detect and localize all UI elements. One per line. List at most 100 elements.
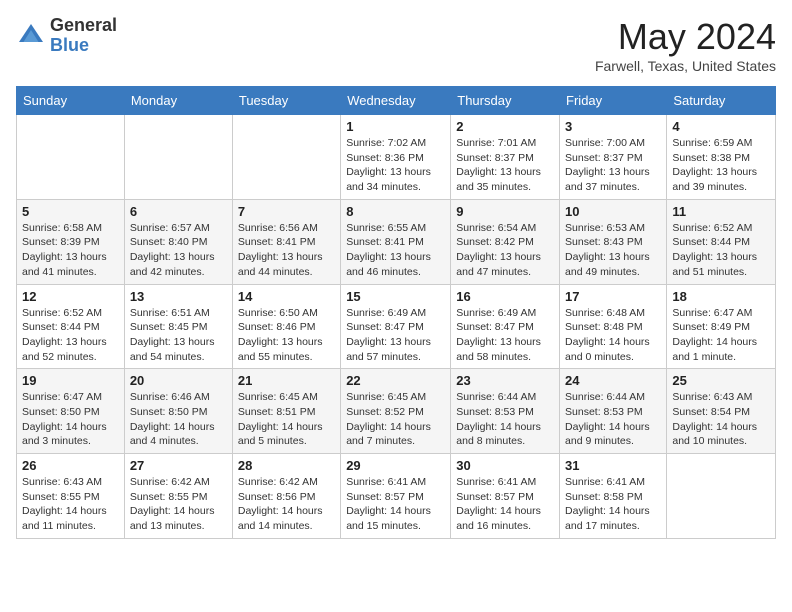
day-info: Sunrise: 7:02 AMSunset: 8:36 PMDaylight:…: [346, 136, 445, 195]
calendar-cell: 16 Sunrise: 6:49 AMSunset: 8:47 PMDayligh…: [451, 284, 560, 369]
calendar-cell: 15 Sunrise: 6:49 AMSunset: 8:47 PMDayligh…: [341, 284, 451, 369]
day-number: 13: [130, 289, 227, 304]
day-info: Sunrise: 6:41 AMSunset: 8:57 PMDaylight:…: [346, 475, 445, 534]
day-number: 28: [238, 458, 335, 473]
day-number: 6: [130, 204, 227, 219]
calendar-cell: 17 Sunrise: 6:48 AMSunset: 8:48 PMDayligh…: [560, 284, 667, 369]
calendar-cell: 31 Sunrise: 6:41 AMSunset: 8:58 PMDayligh…: [560, 454, 667, 539]
calendar-cell: 27Sunrise: 6:42 AMSunset: 8:55 PMDayligh…: [124, 454, 232, 539]
logo-text: General Blue: [50, 16, 117, 56]
day-info: Sunrise: 6:46 AMSunset: 8:50 PMDaylight:…: [130, 390, 227, 449]
calendar-cell: [667, 454, 776, 539]
day-info: Sunrise: 6:47 AMSunset: 8:50 PMDaylight:…: [22, 390, 119, 449]
day-number: 19: [22, 373, 119, 388]
day-info: Sunrise: 6:56 AMSunset: 8:41 PMDaylight:…: [238, 221, 335, 280]
day-header-wednesday: Wednesday: [341, 87, 451, 115]
calendar-cell: 24Sunrise: 6:44 AMSunset: 8:53 PMDayligh…: [560, 369, 667, 454]
day-header-monday: Monday: [124, 87, 232, 115]
calendar-cell: 19 Sunrise: 6:47 AMSunset: 8:50 PMDayligh…: [17, 369, 125, 454]
calendar-cell: 8Sunrise: 6:55 AMSunset: 8:41 PMDaylight…: [341, 199, 451, 284]
calendar-cell: 22 Sunrise: 6:45 AMSunset: 8:52 PMDayligh…: [341, 369, 451, 454]
location-text: Farwell, Texas, United States: [595, 58, 776, 74]
calendar-cell: [17, 115, 125, 200]
day-number: 30: [456, 458, 554, 473]
title-block: May 2024 Farwell, Texas, United States: [595, 16, 776, 74]
calendar-cell: 26Sunrise: 6:43 AMSunset: 8:55 PMDayligh…: [17, 454, 125, 539]
calendar-cell: 23 Sunrise: 6:44 AMSunset: 8:53 PMDayligh…: [451, 369, 560, 454]
day-number: 31: [565, 458, 661, 473]
logo-general-text: General: [50, 16, 117, 36]
day-number: 10: [565, 204, 661, 219]
day-number: 24: [565, 373, 661, 388]
calendar-cell: 25 Sunrise: 6:43 AMSunset: 8:54 PMDayligh…: [667, 369, 776, 454]
day-info: Sunrise: 6:45 AMSunset: 8:51 PMDaylight:…: [238, 390, 335, 449]
day-number: 15: [346, 289, 445, 304]
day-number: 17: [565, 289, 661, 304]
calendar-cell: 3 Sunrise: 7:00 AMSunset: 8:37 PMDaylight…: [560, 115, 667, 200]
day-header-thursday: Thursday: [451, 87, 560, 115]
day-info: Sunrise: 6:41 AMSunset: 8:57 PMDaylight:…: [456, 475, 554, 534]
day-number: 25: [672, 373, 770, 388]
calendar-cell: [232, 115, 340, 200]
day-number: 7: [238, 204, 335, 219]
day-number: 9: [456, 204, 554, 219]
day-number: 22: [346, 373, 445, 388]
day-info: Sunrise: 6:45 AMSunset: 8:52 PMDaylight:…: [346, 390, 445, 449]
day-number: 12: [22, 289, 119, 304]
day-number: 20: [130, 373, 227, 388]
calendar-cell: 13 Sunrise: 6:51 AMSunset: 8:45 PMDayligh…: [124, 284, 232, 369]
day-info: Sunrise: 6:54 AMSunset: 8:42 PMDaylight:…: [456, 221, 554, 280]
day-info: Sunrise: 6:49 AMSunset: 8:47 PMDaylight:…: [456, 306, 554, 365]
calendar-cell: 20 Sunrise: 6:46 AMSunset: 8:50 PMDayligh…: [124, 369, 232, 454]
logo-icon: [16, 21, 46, 51]
day-info: Sunrise: 6:48 AMSunset: 8:48 PMDaylight:…: [565, 306, 661, 365]
day-number: 18: [672, 289, 770, 304]
week-row-1: 1Sunrise: 7:02 AMSunset: 8:36 PMDaylight…: [17, 115, 776, 200]
day-number: 5: [22, 204, 119, 219]
calendar-header-row: SundayMondayTuesdayWednesdayThursdayFrid…: [17, 87, 776, 115]
day-header-sunday: Sunday: [17, 87, 125, 115]
day-number: 23: [456, 373, 554, 388]
day-info: Sunrise: 6:51 AMSunset: 8:45 PMDaylight:…: [130, 306, 227, 365]
week-row-5: 26Sunrise: 6:43 AMSunset: 8:55 PMDayligh…: [17, 454, 776, 539]
day-info: Sunrise: 6:57 AMSunset: 8:40 PMDaylight:…: [130, 221, 227, 280]
week-row-3: 12Sunrise: 6:52 AMSunset: 8:44 PMDayligh…: [17, 284, 776, 369]
day-info: Sunrise: 6:42 AMSunset: 8:56 PMDaylight:…: [238, 475, 335, 534]
day-info: Sunrise: 6:59 AMSunset: 8:38 PMDaylight:…: [672, 136, 770, 195]
day-info: Sunrise: 6:58 AMSunset: 8:39 PMDaylight:…: [22, 221, 119, 280]
day-number: 29: [346, 458, 445, 473]
calendar-cell: 10 Sunrise: 6:53 AMSunset: 8:43 PMDayligh…: [560, 199, 667, 284]
calendar-cell: 18Sunrise: 6:47 AMSunset: 8:49 PMDayligh…: [667, 284, 776, 369]
day-info: Sunrise: 7:01 AMSunset: 8:37 PMDaylight:…: [456, 136, 554, 195]
day-header-saturday: Saturday: [667, 87, 776, 115]
calendar-cell: [124, 115, 232, 200]
day-info: Sunrise: 6:53 AMSunset: 8:43 PMDaylight:…: [565, 221, 661, 280]
calendar-cell: 21 Sunrise: 6:45 AMSunset: 8:51 PMDayligh…: [232, 369, 340, 454]
day-number: 3: [565, 119, 661, 134]
calendar-table: SundayMondayTuesdayWednesdayThursdayFrid…: [16, 86, 776, 539]
day-info: Sunrise: 6:41 AMSunset: 8:58 PMDaylight:…: [565, 475, 661, 534]
day-info: Sunrise: 6:44 AMSunset: 8:53 PMDaylight:…: [456, 390, 554, 449]
calendar-cell: 5 Sunrise: 6:58 AMSunset: 8:39 PMDaylight…: [17, 199, 125, 284]
calendar-cell: 11Sunrise: 6:52 AMSunset: 8:44 PMDayligh…: [667, 199, 776, 284]
week-row-4: 19 Sunrise: 6:47 AMSunset: 8:50 PMDayligh…: [17, 369, 776, 454]
month-title: May 2024: [595, 16, 776, 58]
calendar-cell: 14Sunrise: 6:50 AMSunset: 8:46 PMDayligh…: [232, 284, 340, 369]
day-number: 11: [672, 204, 770, 219]
day-info: Sunrise: 6:43 AMSunset: 8:55 PMDaylight:…: [22, 475, 119, 534]
day-number: 21: [238, 373, 335, 388]
day-number: 16: [456, 289, 554, 304]
calendar-cell: 1Sunrise: 7:02 AMSunset: 8:36 PMDaylight…: [341, 115, 451, 200]
day-info: Sunrise: 6:43 AMSunset: 8:54 PMDaylight:…: [672, 390, 770, 449]
calendar-cell: 7 Sunrise: 6:56 AMSunset: 8:41 PMDaylight…: [232, 199, 340, 284]
day-info: Sunrise: 6:49 AMSunset: 8:47 PMDaylight:…: [346, 306, 445, 365]
logo: General Blue: [16, 16, 117, 56]
calendar-cell: 6 Sunrise: 6:57 AMSunset: 8:40 PMDaylight…: [124, 199, 232, 284]
day-header-tuesday: Tuesday: [232, 87, 340, 115]
calendar-cell: 28 Sunrise: 6:42 AMSunset: 8:56 PMDayligh…: [232, 454, 340, 539]
day-info: Sunrise: 7:00 AMSunset: 8:37 PMDaylight:…: [565, 136, 661, 195]
day-info: Sunrise: 6:55 AMSunset: 8:41 PMDaylight:…: [346, 221, 445, 280]
day-info: Sunrise: 6:50 AMSunset: 8:46 PMDaylight:…: [238, 306, 335, 365]
calendar-cell: 2Sunrise: 7:01 AMSunset: 8:37 PMDaylight…: [451, 115, 560, 200]
calendar-cell: 9 Sunrise: 6:54 AMSunset: 8:42 PMDaylight…: [451, 199, 560, 284]
